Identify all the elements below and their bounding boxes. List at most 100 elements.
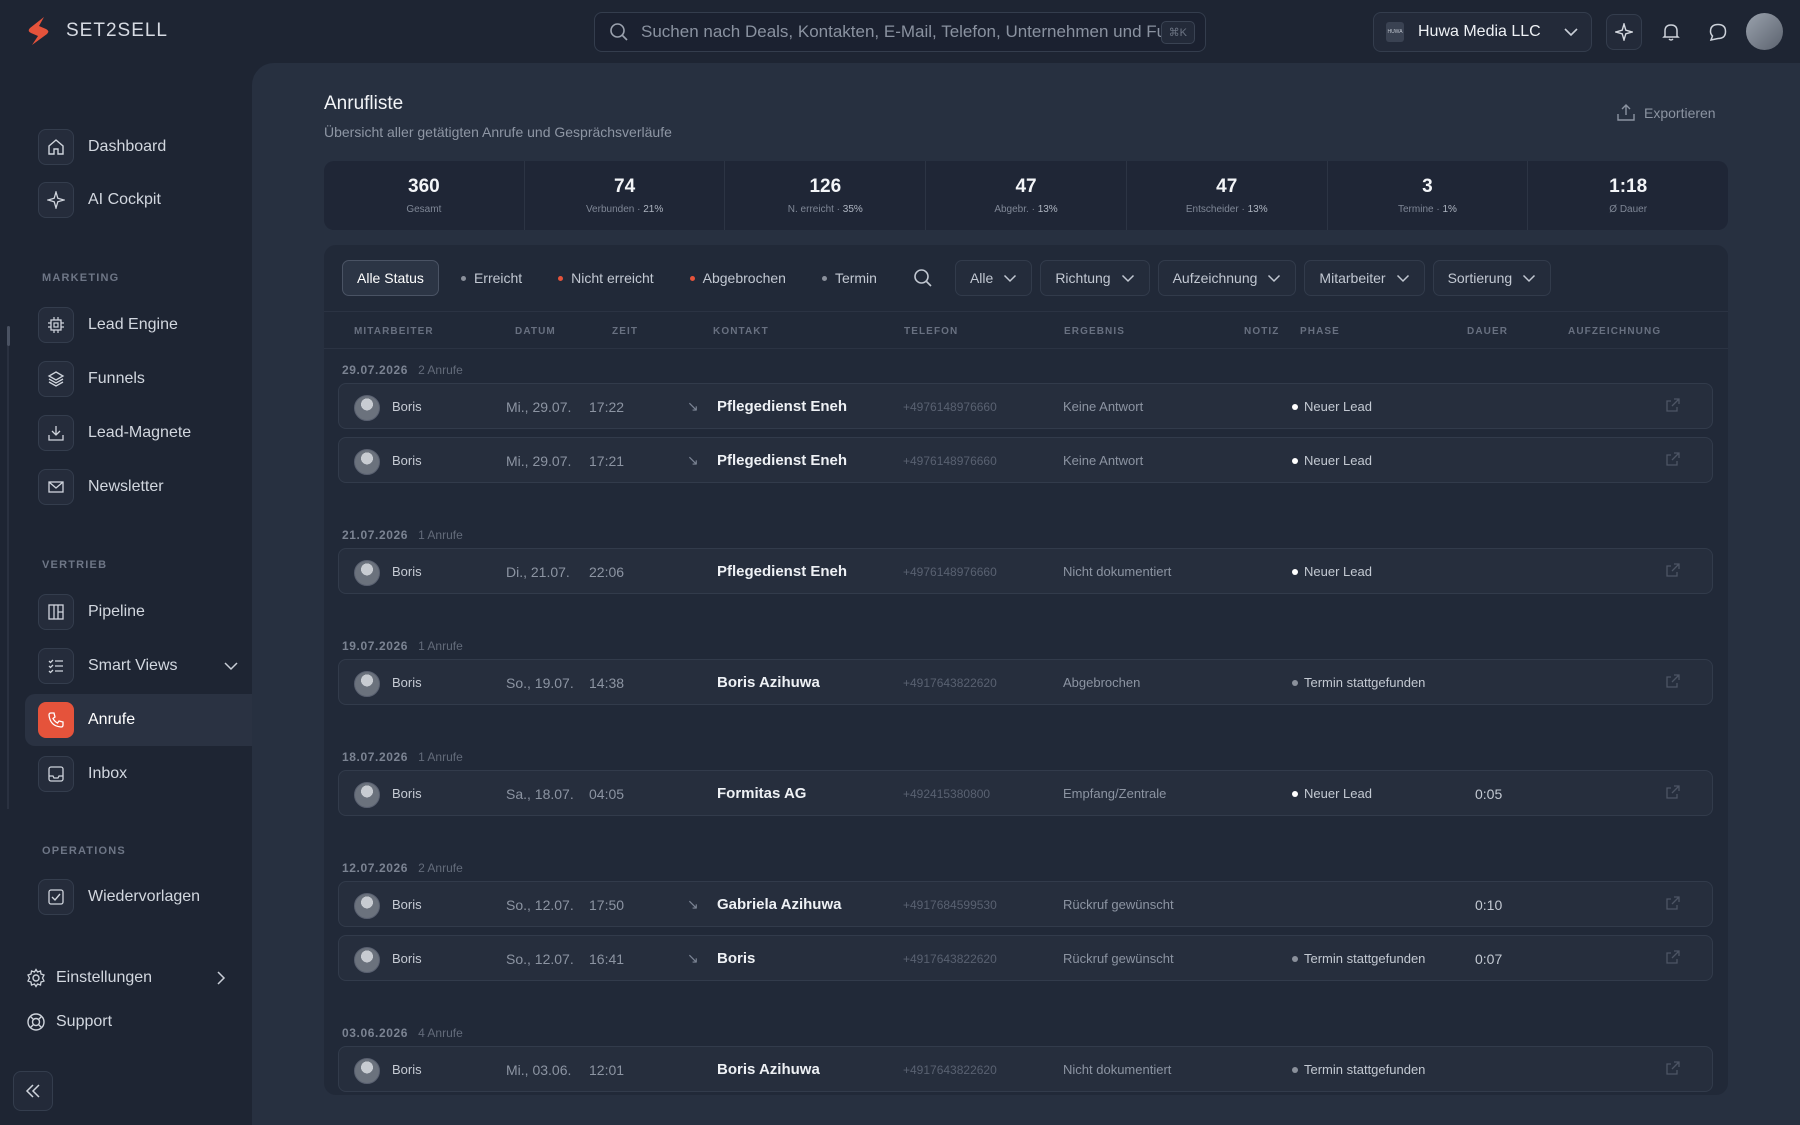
sidebar-item-inbox[interactable]: Inbox [25,748,252,800]
sidebar-support[interactable]: Support [26,1012,112,1032]
call-duration: 0:07 [1475,951,1503,967]
contact-name[interactable]: Gabriela Azihuwa [717,896,841,913]
sidebar-item-ai-cockpit[interactable]: AI Cockpit [25,174,252,226]
filter-dropdown-aufzeichnung[interactable]: Aufzeichnung [1157,260,1297,296]
stats-bar: 360 Gesamt 74 Verbunden · 21% 126 N. erreicht… [324,161,1728,230]
open-external-icon[interactable] [1665,949,1681,968]
date-group-count: 2 Anrufe [418,363,463,377]
sidebar-section-vertrieb: VERTRIEB [42,559,108,571]
phone-number[interactable]: +4917684599530 [903,898,997,912]
contact-name[interactable]: Boris [717,950,755,967]
call-row[interactable]: Boris Mi., 29.07. 17:21 ↘ Pflegedienst Eneh +… [338,437,1713,483]
open-external-icon[interactable] [1665,673,1681,692]
brand-logo-icon [28,17,49,45]
call-date: So., 12.07. [506,951,574,967]
open-external-icon[interactable] [1665,1060,1681,1079]
contact-name[interactable]: Pflegedienst Eneh [717,398,847,415]
incoming-arrow-icon: ↘ [687,452,699,468]
global-search[interactable]: ⌘K [594,12,1206,52]
phone-number[interactable]: +4976148976660 [903,400,997,414]
contact-name[interactable]: Boris Azihuwa [717,1061,820,1078]
phase-label: Neuer Lead [1304,399,1372,414]
open-external-icon[interactable] [1665,397,1681,416]
contact-name[interactable]: Pflegedienst Eneh [717,563,847,580]
phone-number[interactable]: +4976148976660 [903,565,997,579]
filter-dropdown-alle[interactable]: Alle [954,260,1033,296]
call-date: So., 19.07. [506,675,574,691]
call-time: 17:21 [589,453,625,469]
company-switcher[interactable]: HUWA Huwa Media LLC [1373,12,1592,52]
export-icon [1617,104,1635,121]
employee-avatar [354,395,380,421]
sidebar-item-funnels[interactable]: Funnels [25,353,252,405]
phone-number[interactable]: +4976148976660 [903,454,997,468]
call-row[interactable]: Boris Sa., 18.07. 04:05 Formitas AG +4924153… [338,770,1713,816]
call-row[interactable]: Boris Mi., 03.06. 12:01 Boris Azihuwa +49176… [338,1046,1713,1092]
phone-number[interactable]: +4917643822620 [903,676,997,690]
incoming-arrow-icon: ↘ [687,398,699,414]
phone-number[interactable]: +4917643822620 [903,952,997,966]
export-label: Exportieren [1644,105,1716,121]
user-avatar[interactable] [1746,13,1783,50]
export-button[interactable]: Exportieren [1616,104,1716,122]
call-row[interactable]: Boris So., 12.07. 16:41 ↘ Boris +491764382262… [338,935,1713,981]
sidebar-item-wiedervorlagen[interactable]: Wiedervorlagen [25,871,252,923]
stat-label: Abgebr. · 13% [994,204,1058,215]
filter-dropdown-richtung[interactable]: Richtung [1040,260,1150,296]
phase-dot [1292,457,1298,464]
search-input[interactable] [641,22,1161,42]
open-external-icon[interactable] [1665,451,1681,470]
filter-dropdown-sortierung[interactable]: Sortierung [1432,260,1552,296]
call-row[interactable]: Boris So., 19.07. 14:38 Boris Azihuwa +49176… [338,659,1713,705]
column-header-notiz: NOTIZ [1244,326,1280,337]
brand-logo[interactable]: SET2SELL [24,15,168,47]
status-filter-erreicht[interactable]: Erreicht [447,260,536,296]
call-row[interactable]: Boris So., 12.07. 17:50 ↘ Gabriela Azihuwa +4… [338,881,1713,927]
sidebar-item-anrufe[interactable]: Anrufe [25,694,252,746]
phase-dot [1292,679,1298,686]
contact-name[interactable]: Formitas AG [717,785,806,802]
sidebar-item-pipeline[interactable]: Pipeline [25,586,252,638]
contact-name[interactable]: Boris Azihuwa [717,674,820,691]
sidebar-item-lead-engine[interactable]: Lead Engine [25,299,252,351]
phone-number[interactable]: +492415380800 [903,787,990,801]
table-header: MITARBEITER DATUM ZEIT KONTAKT TELEFON ERGEBN… [324,311,1728,349]
settings-label: Einstellungen [56,969,153,986]
stat-card: 74 Verbunden · 21% [525,161,726,230]
dropdown-label: Richtung [1055,270,1111,286]
sidebar-scrollbar[interactable] [7,326,10,346]
stat-label: Termine · 1% [1398,204,1457,215]
list-check-icon [38,648,74,684]
sidebar-item-smart-views[interactable]: Smart Views [25,640,252,692]
status-filter-nicht-erreicht[interactable]: Nicht erreicht [544,260,667,296]
sidebar-item-label: Lead-Magnete [88,424,192,441]
column-header-datum: DATUM [515,326,556,337]
status-filter-termin[interactable]: Termin [808,260,891,296]
ai-button[interactable] [1606,14,1642,50]
call-row[interactable]: Boris Mi., 29.07. 17:22 ↘ Pflegedienst Eneh +… [338,383,1713,429]
column-header-dauer: DAUER [1467,326,1509,337]
open-external-icon[interactable] [1665,895,1681,914]
messages-button[interactable] [1700,14,1736,50]
phone-number[interactable]: +4917643822620 [903,1063,997,1077]
status-filter-abgebrochen[interactable]: Abgebrochen [676,260,800,296]
dropdown-label: Mitarbeiter [1319,270,1386,286]
sidebar-settings[interactable]: Einstellungen [26,968,226,988]
call-time: 12:01 [589,1062,625,1078]
call-row[interactable]: Boris Di., 21.07. 22:06 Pflegedienst Eneh +4… [338,548,1713,594]
status-filter-alle-status[interactable]: Alle Status [342,260,439,296]
collapse-sidebar-button[interactable] [13,1071,53,1111]
column-header-zeit: ZEIT [612,326,639,337]
employee-avatar [354,1058,380,1084]
filter-dropdown-mitarbeiter[interactable]: Mitarbeiter [1304,260,1425,296]
open-external-icon[interactable] [1665,562,1681,581]
sidebar-scroll-track [7,346,9,809]
chip-icon [38,307,74,343]
notifications-button[interactable] [1653,14,1689,50]
contact-name[interactable]: Pflegedienst Eneh [717,452,847,469]
filter-search-button[interactable] [899,260,947,296]
sidebar-item-dashboard[interactable]: Dashboard [25,121,252,173]
sidebar-item-lead-magnete[interactable]: Lead-Magnete [25,407,252,459]
sidebar-item-newsletter[interactable]: Newsletter [25,461,252,513]
open-external-icon[interactable] [1665,784,1681,803]
